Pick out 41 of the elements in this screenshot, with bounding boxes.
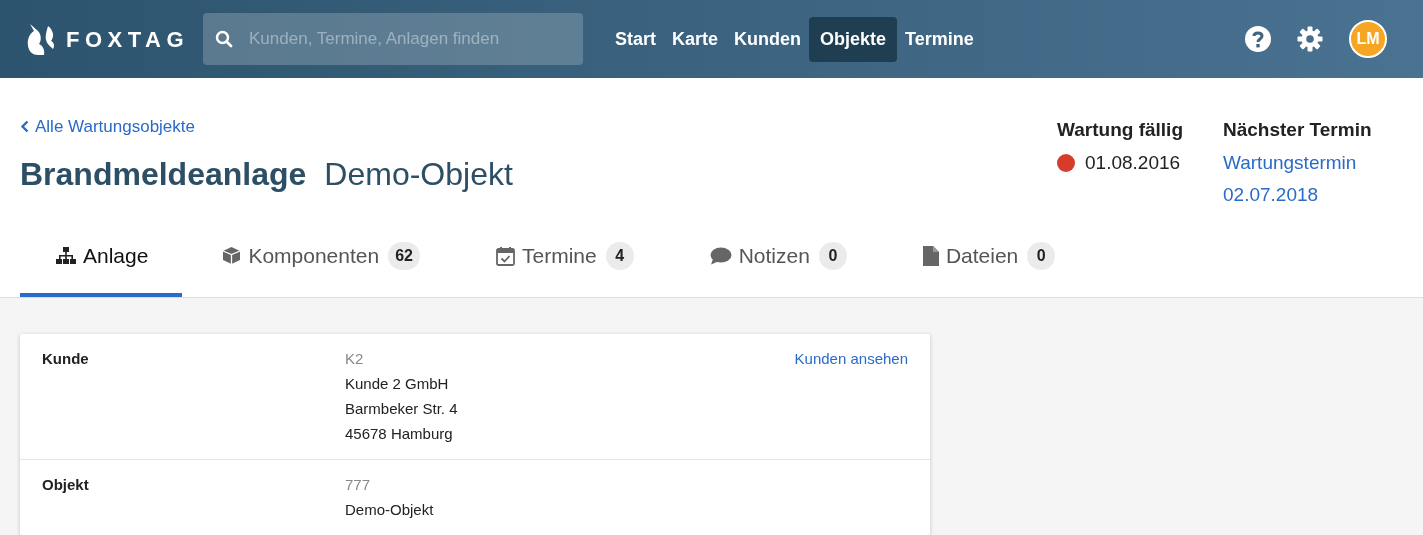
fox-logo-icon [26,22,56,56]
logo-text: FOXTAG [66,25,190,54]
page-title: Brandmeldeanlage [20,154,307,194]
count-badge: 0 [1027,241,1056,270]
tab[interactable]: Dateien 0 [884,218,1094,297]
appointment-date-link[interactable]: 02.07.2018 [1223,180,1403,209]
speech-bubble-icon [709,246,732,265]
next-appointment-label: Nächster Termin [1223,118,1373,142]
maintenance-date: 01.08.2016 [1085,150,1181,175]
appointment-link[interactable]: Wartungstermin [1223,148,1403,177]
nav-link[interactable]: Karte [664,16,727,62]
file-icon [922,245,939,266]
settings-icon[interactable] [1297,26,1323,52]
view-customer-link[interactable]: Kunden ansehen [794,348,908,370]
nav-link[interactable]: Termine [897,16,982,62]
row-code: 777 [345,475,372,495]
nav-link[interactable]: Start [607,16,665,62]
row-code: K2 [345,349,365,369]
maintenance-label: Wartung fällig [1057,118,1183,142]
nav-link[interactable]: Kunden [726,16,810,62]
help-icon[interactable] [1245,26,1271,52]
count-badge: 4 [605,241,634,270]
page-subtitle: Demo-Objekt [324,154,513,194]
address-line: Kunde 2 GmbH [345,374,450,394]
row-label: Objekt [42,475,90,495]
count-badge: 0 [818,241,847,270]
row-label: Kunde [42,349,90,369]
sitemap-icon [56,246,76,265]
calendar-check-icon [495,245,515,266]
search-icon [215,30,234,48]
cube-icon [222,246,242,265]
tab[interactable]: Notizen 0 [671,218,885,297]
nav-link[interactable]: Objekte [809,16,898,62]
address-line: Demo-Objekt [345,500,435,520]
chevron-left-icon [20,120,29,134]
tab[interactable]: Termine 4 [457,218,672,297]
back-link[interactable]: Alle Wartungsobjekte [20,114,1058,140]
address-line: Barmbeker Str. 4 [345,399,459,419]
tab[interactable]: Komponenten 62 [182,218,458,297]
count-badge: 62 [388,241,420,270]
address-line: 45678 Hamburg [345,424,454,444]
